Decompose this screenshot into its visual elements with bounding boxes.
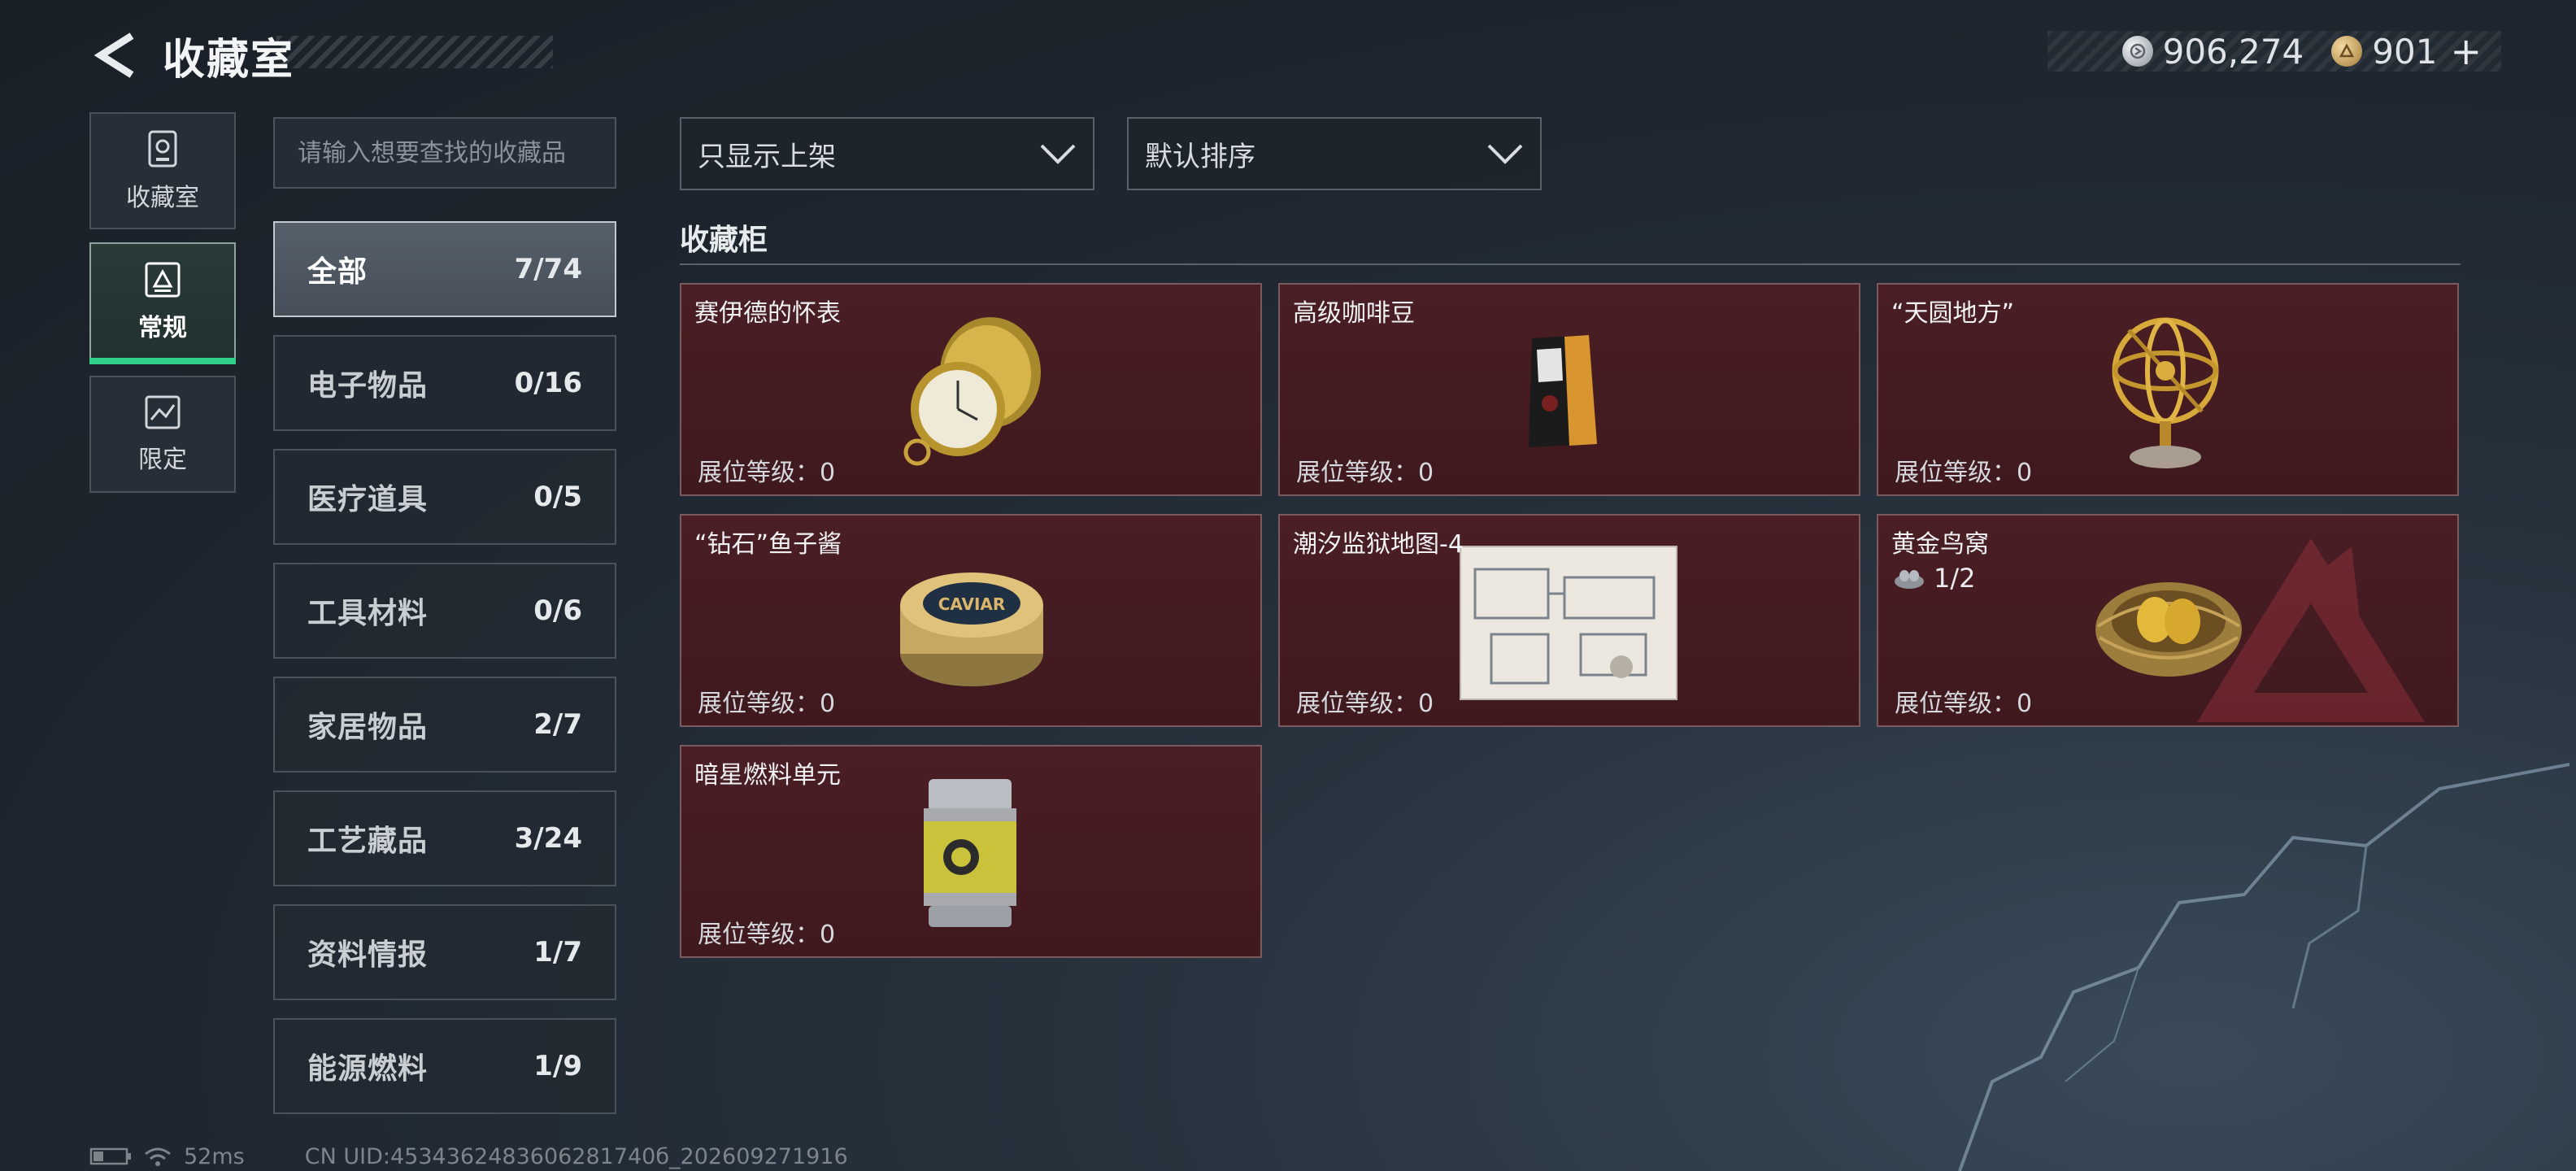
fuel-cell-icon: [924, 779, 1016, 927]
category-count: 1/9: [533, 1050, 582, 1082]
category-name: 全部: [307, 255, 368, 289]
silver-coin-icon: [2121, 36, 2153, 67]
category-count: 1/7: [533, 936, 582, 969]
prison-map-icon: [1460, 546, 1677, 700]
category-name: 工艺藏品: [307, 825, 429, 858]
uid-text: CN UID:4534362483606281740б_202609271916: [304, 1143, 848, 1169]
category-name: 医疗道具: [307, 483, 429, 516]
caviar-tin-icon: CAVIAR: [900, 572, 1043, 686]
lightning-decoration: [1958, 763, 2569, 1171]
gold-amount: 901: [2372, 31, 2438, 72]
rail-tab-regular[interactable]: 常规: [89, 242, 236, 364]
item-level: 展位等级：0: [1296, 690, 1434, 718]
nest-icon: [1895, 570, 1924, 589]
silver-amount: 906,274: [2162, 31, 2304, 72]
limited-icon: [145, 395, 181, 429]
add-currency-button[interactable]: +: [2450, 29, 2482, 73]
item-name: 暗星燃料单元: [694, 761, 841, 790]
nest-count: 1/2: [1893, 563, 1976, 594]
rail-tab-label: 限定: [138, 446, 187, 474]
item-level: 展位等级：0: [698, 459, 836, 487]
category-name: 能源燃料: [307, 1052, 429, 1086]
category-energy[interactable]: 能源燃料 1/9: [273, 1018, 616, 1114]
collection-item-golden-nest[interactable]: 黄金鸟窝 1/2 展位等级：0: [1877, 514, 2459, 727]
item-name: 黄金鸟窝: [1891, 530, 1989, 559]
dropdown-value: 默认排序: [1145, 140, 1255, 173]
collection-item-caviar[interactable]: “钻石”鱼子酱 CAVIAR 展位等级：0: [680, 514, 1262, 727]
collection-item-armillary-sphere[interactable]: “天圆地方” 展位等级：0: [1877, 283, 2459, 496]
back-button[interactable]: [89, 29, 141, 81]
category-intel[interactable]: 资料情报 1/7: [273, 904, 616, 1000]
category-medical[interactable]: 医疗道具 0/5: [273, 449, 616, 545]
rail-tab-vault[interactable]: 收藏室: [89, 112, 236, 229]
item-level: 展位等级：0: [1296, 459, 1434, 487]
section-divider: [680, 263, 2461, 265]
collection-item-prison-map[interactable]: 潮汐监狱地图-4 展位等级：0: [1278, 514, 1860, 727]
coffee-bag-icon: [1529, 335, 1597, 447]
chevron-down-icon: [1040, 144, 1076, 164]
category-crafts[interactable]: 工艺藏品 3/24: [273, 790, 616, 886]
category-count: 3/24: [514, 822, 582, 855]
regular-icon: [145, 262, 181, 298]
collection-item-coffee-beans[interactable]: 高级咖啡豆 展位等级：0: [1278, 283, 1860, 496]
rail-tab-limited[interactable]: 限定: [89, 376, 236, 493]
category-name: 资料情报: [307, 938, 429, 972]
collection-item-pocket-watch[interactable]: 赛伊德的怀表 展位等级：0: [680, 283, 1262, 496]
category-count: 2/7: [533, 708, 582, 741]
back-arrow-icon: [94, 33, 134, 78]
category-name: 电子物品: [307, 369, 429, 403]
item-level: 展位等级：0: [698, 921, 836, 949]
category-count: 0/6: [533, 594, 582, 627]
category-name: 家居物品: [307, 711, 429, 744]
search-input[interactable]: [273, 117, 616, 189]
item-level: 展位等级：0: [1895, 459, 2033, 487]
header: 收藏室: [89, 23, 294, 88]
shelf-filter-dropdown[interactable]: 只显示上架: [680, 117, 1094, 190]
title-stripes-decoration: [276, 36, 553, 68]
vault-icon: [148, 130, 177, 168]
item-level: 展位等级：0: [1895, 690, 2033, 718]
collection-item-fuel-cell[interactable]: 暗星燃料单元 展位等级：0: [680, 745, 1262, 958]
item-name: “天圆地方”: [1891, 299, 2015, 328]
chevron-down-icon: [1487, 144, 1523, 164]
item-name: “钻石”鱼子酱: [694, 530, 842, 559]
category-all[interactable]: 全部 7/74: [273, 221, 616, 317]
golden-nest-icon: [2095, 582, 2242, 677]
rail-tab-label: 收藏室: [126, 184, 199, 212]
item-name: 高级咖啡豆: [1293, 299, 1415, 328]
nest-count-value: 1/2: [1934, 563, 1976, 594]
ping-value: 52ms: [184, 1143, 245, 1169]
category-name: 工具材料: [307, 597, 429, 630]
caviar-label: CAVIAR: [938, 594, 1006, 614]
sort-dropdown[interactable]: 默认排序: [1127, 117, 1542, 190]
page-title: 收藏室: [163, 35, 295, 85]
category-tools[interactable]: 工具材料 0/6: [273, 563, 616, 659]
currency-bar: 906,274 901 +: [2047, 29, 2501, 73]
category-count: 0/16: [514, 367, 582, 399]
item-name: 潮汐监狱地图-4: [1293, 530, 1464, 559]
rail-tab-label: 常规: [138, 314, 187, 342]
section-title: 收藏柜: [680, 224, 768, 257]
dropdown-value: 只显示上架: [698, 140, 836, 173]
item-name: 赛伊德的怀表: [694, 299, 841, 328]
item-level: 展位等级：0: [698, 690, 836, 718]
wifi-icon: [145, 1147, 171, 1166]
category-count: 7/74: [514, 253, 582, 285]
gold-coin-icon: [2331, 36, 2363, 67]
armillary-sphere-icon: [2112, 317, 2219, 468]
status-footer: 52ms CN UID:4534362483606281740б_2026092…: [89, 1142, 848, 1171]
battery-icon: [89, 1147, 131, 1165]
category-count: 0/5: [533, 481, 582, 513]
category-electronics[interactable]: 电子物品 0/16: [273, 335, 616, 431]
pocket-watch-icon: [903, 317, 1041, 466]
category-household[interactable]: 家居物品 2/7: [273, 677, 616, 773]
